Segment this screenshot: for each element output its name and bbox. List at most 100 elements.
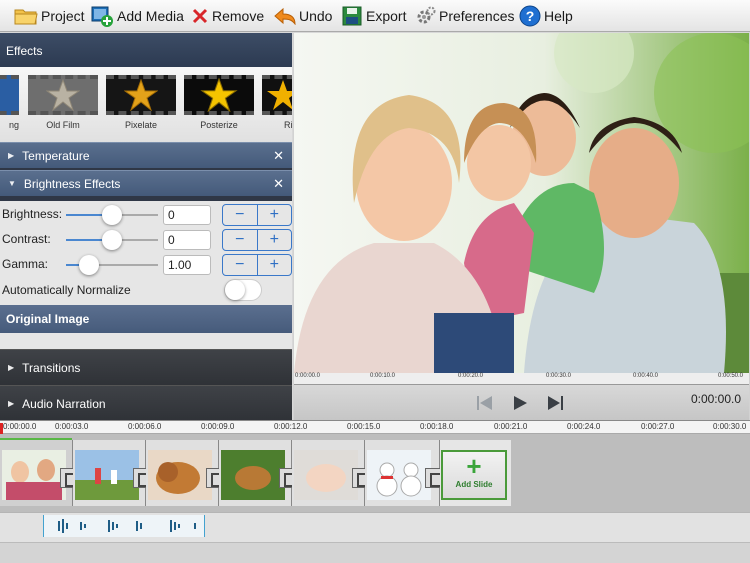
minus-button[interactable]: − [223, 230, 258, 250]
timeline-tick-label: 0:00:00.0 [3, 422, 37, 431]
slide-item[interactable] [0, 440, 80, 506]
plus-icon: + [466, 451, 482, 481]
ruler-tick-label: 0:00:10.0 [370, 373, 396, 379]
add-media-button[interactable]: Add Media [90, 4, 184, 28]
ruler-tick-label: 0:00:20.0 [458, 373, 484, 379]
help-button[interactable]: ? Help [519, 4, 573, 28]
help-icon: ? [519, 5, 541, 27]
slide-item[interactable] [292, 440, 372, 506]
timeline-tick-label: 0:00:09.0 [201, 422, 235, 431]
brightness-controls: Brightness: 0 − + Contrast: 0 − + Gamma: [0, 201, 292, 311]
plus-button[interactable]: + [258, 205, 292, 225]
effect-thumbnail [184, 75, 254, 115]
preferences-button[interactable]: Preferences [416, 4, 514, 28]
timeline-ruler[interactable]: 0:00:00.0 0:00:03.0 0:00:06.0 0:00:09.0 … [0, 420, 750, 435]
minus-button[interactable]: − [223, 255, 258, 275]
slide-item[interactable] [146, 440, 226, 506]
effect-thumbnail [106, 75, 176, 115]
original-image-header[interactable]: Original Image [0, 305, 292, 333]
project-button[interactable]: Project [14, 4, 85, 28]
slide-thumbnail [2, 450, 66, 500]
brightness-row: Brightness: 0 − + [2, 203, 292, 227]
undo-icon [274, 7, 296, 25]
slide-item[interactable] [365, 440, 445, 506]
slide-item[interactable] [219, 440, 299, 506]
brightness-section-header[interactable]: ▼ Brightness Effects ✕ [0, 170, 292, 196]
collapse-arrow-icon: ▼ [8, 179, 16, 188]
gamma-row: Gamma: 1.00 − + [2, 253, 292, 277]
brightness-slider-knob[interactable] [102, 205, 122, 225]
contrast-row: Contrast: 0 − + [2, 228, 292, 252]
slide-thumbnail [148, 450, 212, 500]
effect-item[interactable]: Pixelate [106, 75, 176, 130]
audio-narration-section-header[interactable]: ▶ Audio Narration [0, 385, 292, 420]
expand-arrow-icon: ▶ [8, 363, 15, 372]
effect-label: Old Film [46, 120, 80, 130]
expand-arrow-icon: ▶ [8, 399, 15, 408]
remove-label: Remove [212, 8, 265, 24]
waveform-icon [58, 519, 196, 533]
add-media-label: Add Media [117, 8, 184, 24]
auto-normalize-row: Automatically Normalize [2, 279, 292, 303]
plus-button[interactable]: + [258, 230, 292, 250]
undo-button[interactable]: Undo [274, 4, 332, 28]
star-icon [200, 78, 238, 112]
contrast-label: Contrast: [2, 232, 51, 246]
effect-thumbnail [28, 75, 98, 115]
undo-label: Undo [299, 8, 333, 24]
gamma-slider-knob[interactable] [79, 255, 99, 275]
playback-controls: 0:00:00.0 [294, 385, 749, 420]
ruler-tick-label: 0:00:50.0 [718, 373, 744, 379]
contrast-stepper[interactable]: − + [222, 229, 292, 251]
skip-forward-icon[interactable] [546, 395, 564, 411]
skip-back-icon[interactable] [476, 395, 494, 411]
effect-thumbnail [0, 75, 19, 115]
gamma-stepper[interactable]: − + [222, 254, 292, 276]
play-icon[interactable] [512, 395, 528, 411]
timeline-tick-label: 0:00:18.0 [420, 422, 454, 431]
temperature-label: Temperature [22, 148, 90, 163]
temperature-section-header[interactable]: ▶ Temperature ✕ [0, 142, 292, 168]
slide-item[interactable] [73, 440, 153, 506]
timeline-tick-label: 0:00:30.0 [713, 422, 747, 431]
effect-item[interactable]: Old Film [28, 75, 98, 130]
minus-button[interactable]: − [223, 205, 258, 225]
svg-text:?: ? [526, 8, 535, 24]
audio-clip[interactable] [43, 515, 205, 537]
export-button[interactable]: Export [341, 4, 406, 28]
project-label: Project [41, 8, 85, 24]
preferences-label: Preferences [439, 8, 515, 24]
brightness-stepper[interactable]: − + [222, 204, 292, 226]
timeline-tick-label: 0:00:03.0 [55, 422, 89, 431]
star-icon [267, 80, 292, 110]
contrast-slider-knob[interactable] [102, 230, 122, 250]
ruler-tick-label: 0:00:30.0 [546, 373, 572, 379]
expand-arrow-icon: ▶ [8, 151, 15, 160]
plus-button[interactable]: + [258, 255, 292, 275]
brightness-value-field[interactable]: 0 [163, 205, 211, 225]
auto-normalize-toggle[interactable] [224, 279, 262, 301]
status-bar [0, 542, 750, 563]
timeline-tick-label: 0:00:24.0 [567, 422, 601, 431]
star-icon [46, 79, 80, 111]
gamma-slider-track [90, 264, 158, 266]
remove-button[interactable]: Remove [191, 4, 264, 28]
brightness-label: Brightness: [2, 207, 63, 221]
effect-item[interactable]: Posterize [184, 75, 254, 130]
close-icon[interactable]: ✕ [273, 148, 284, 164]
add-slide-button[interactable]: + Add Slide [441, 450, 507, 500]
timeline-tick-label: 0:00:21.0 [494, 422, 528, 431]
effect-item[interactable]: ng [0, 75, 19, 130]
contrast-value-field[interactable]: 0 [163, 230, 211, 250]
timeline-tick-label: 0:00:15.0 [347, 422, 381, 431]
close-icon[interactable]: ✕ [273, 176, 284, 192]
transitions-section-header[interactable]: ▶ Transitions [0, 349, 292, 385]
preview-image [294, 33, 749, 373]
gamma-value-field[interactable]: 1.00 [163, 255, 211, 275]
effect-item[interactable]: Ri [262, 75, 292, 130]
preview-scrubber[interactable]: 0:00:00.0 0:00:10.0 0:00:20.0 0:00:30.0 … [294, 373, 749, 385]
add-slide-label: Add Slide [455, 480, 493, 489]
auto-normalize-label: Automatically Normalize [2, 283, 131, 297]
slide-thumbnail [367, 450, 431, 500]
preview-panel: 0:00:00.0 0:00:10.0 0:00:20.0 0:00:30.0 … [293, 33, 750, 420]
